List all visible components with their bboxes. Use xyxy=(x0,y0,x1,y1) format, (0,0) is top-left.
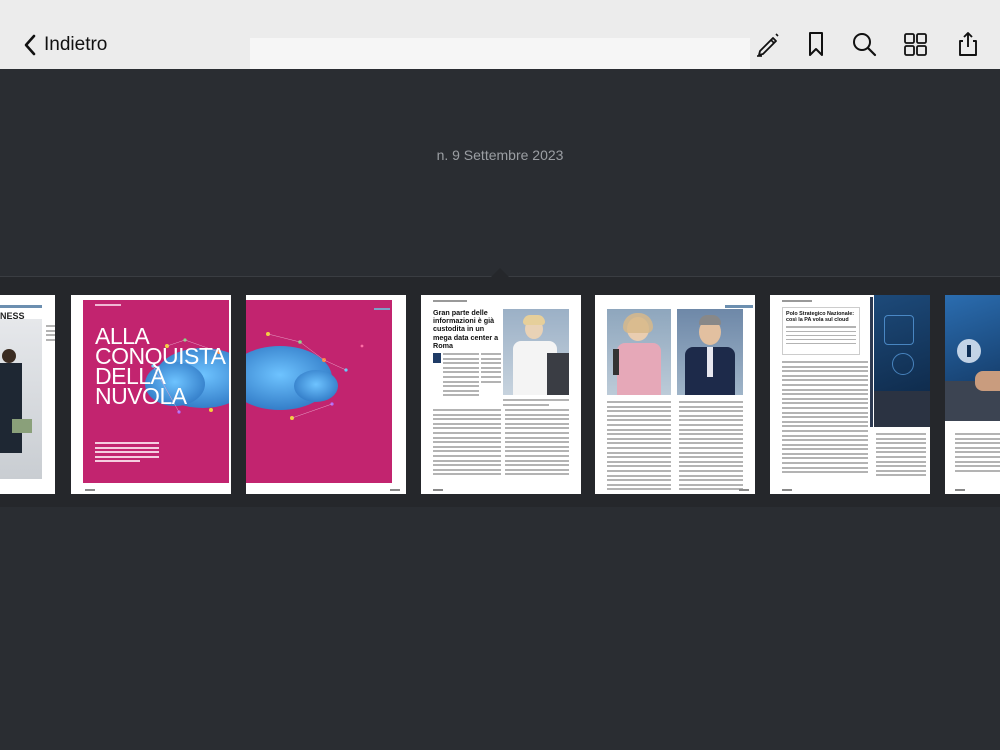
text-column-2 xyxy=(876,433,926,479)
page-thumbnail-6[interactable]: Polo Strategico Nazionale: così la PA vo… xyxy=(770,295,930,494)
text-column-2 xyxy=(679,401,743,493)
tech-photo xyxy=(874,295,930,427)
pencil-icon xyxy=(757,33,779,57)
text-column-1 xyxy=(782,361,868,476)
page-header-rule xyxy=(374,308,390,310)
cloud-upload-photo xyxy=(945,295,1000,421)
box-panel: Polo Strategico Nazionale: così la PA vo… xyxy=(782,307,860,355)
page-number xyxy=(433,489,443,491)
page-number xyxy=(85,489,95,491)
text-column xyxy=(46,325,55,485)
text-column xyxy=(955,433,1000,474)
back-label: Indietro xyxy=(44,34,108,55)
page-thumbnail-3[interactable] xyxy=(246,295,406,494)
page-thumbnail-4[interactable]: Gran parte delle informazioni è già cust… xyxy=(421,295,581,494)
article-headline: Gran parte delle informazioni è già cust… xyxy=(433,308,499,350)
bookmark-icon xyxy=(809,32,823,56)
search-button[interactable] xyxy=(848,28,880,60)
back-button[interactable]: Indietro xyxy=(22,30,107,60)
page-thumbnail-1[interactable]: NESS xyxy=(0,295,55,494)
cloud-graphic xyxy=(246,332,364,420)
bookmark-button[interactable] xyxy=(800,28,832,60)
page-grid-button[interactable] xyxy=(900,28,932,60)
businessman-photo xyxy=(0,319,42,479)
page-thumbnail-2[interactable]: ALLA CONQUISTA DELLA NUVOLA xyxy=(71,295,231,494)
grid-icon xyxy=(904,33,927,56)
page-number xyxy=(739,489,749,491)
magenta-background xyxy=(246,300,392,483)
header-rule xyxy=(725,305,753,308)
top-toolbar: Indietro xyxy=(0,0,1000,69)
box-headline: Polo Strategico Nazionale: così la PA vo… xyxy=(786,311,854,324)
header-rule xyxy=(0,305,42,308)
text-column-1 xyxy=(607,401,671,493)
text-column-1 xyxy=(443,353,479,399)
text-column-3 xyxy=(505,409,569,478)
share-icon xyxy=(959,32,977,56)
section-label xyxy=(782,300,812,302)
issue-title: n. 9 Settembre 2023 xyxy=(436,147,564,163)
photo-caption xyxy=(503,399,569,408)
page-number xyxy=(782,489,792,491)
annotate-button[interactable] xyxy=(752,28,784,60)
search-icon xyxy=(853,33,877,57)
portrait-photo-right xyxy=(677,309,743,395)
underlying-page-preview xyxy=(250,38,750,69)
column-rule xyxy=(870,297,873,427)
drop-cap-block xyxy=(433,353,441,363)
portrait-photo-left xyxy=(607,309,671,395)
page-number xyxy=(955,489,965,491)
section-label xyxy=(433,300,467,302)
share-button[interactable] xyxy=(952,28,984,60)
text-column-caption xyxy=(481,353,501,385)
magenta-background: ALLA CONQUISTA DELLA NUVOLA xyxy=(83,300,229,483)
current-page-indicator xyxy=(491,268,509,277)
chevron-left-icon xyxy=(24,34,36,56)
page-number xyxy=(390,489,400,491)
headline-line-4: NUVOLA xyxy=(95,383,187,409)
cover-section-label xyxy=(95,304,121,306)
speaker-photo xyxy=(503,309,569,395)
cover-headline: ALLA CONQUISTA DELLA NUVOLA xyxy=(95,325,226,409)
text-column-2 xyxy=(433,409,501,478)
cover-subheading-lines xyxy=(95,442,159,465)
box-text xyxy=(786,326,856,345)
page-thumbnail-5[interactable] xyxy=(595,295,755,494)
page-thumbnail-7[interactable] xyxy=(945,295,1000,494)
